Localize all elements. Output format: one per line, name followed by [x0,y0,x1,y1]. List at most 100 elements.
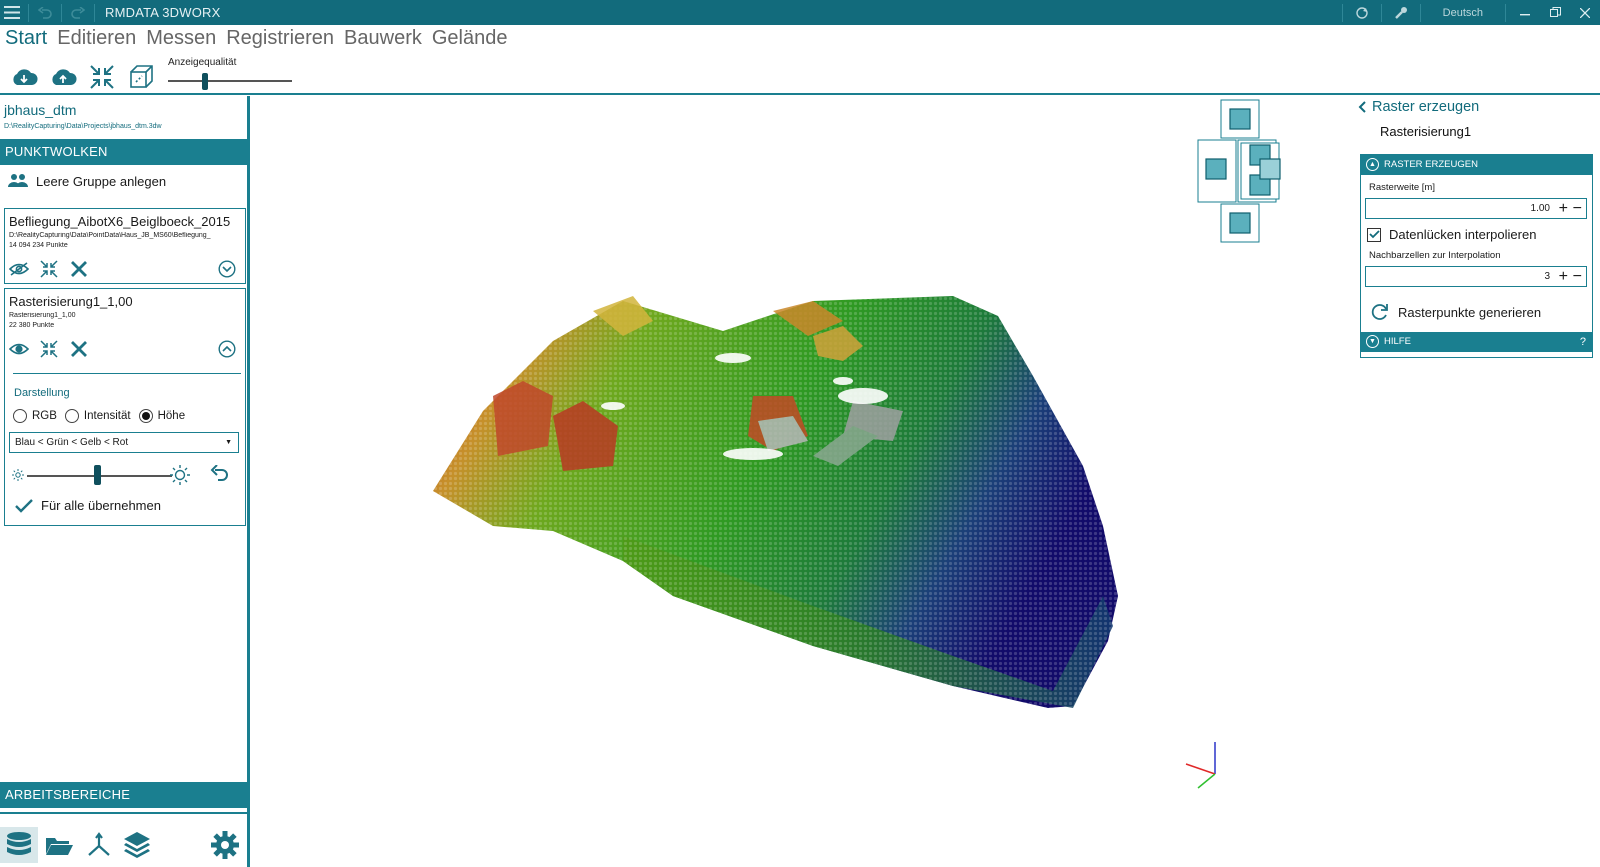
divider [0,812,247,814]
radio-label: RGB [32,410,57,422]
apply-to-all-button[interactable]: Für alle übernehmen [15,498,161,513]
sync-icon[interactable] [1347,1,1377,25]
radio-rgb[interactable]: RGB [13,409,57,423]
layers-icon[interactable] [118,827,156,863]
section-header-punktwolken[interactable]: PUNKTWOLKEN [0,139,247,165]
brightness-high-icon [170,465,190,485]
radio-label: Intensität [83,410,131,422]
card-count: 22 380 Punkte [9,322,55,329]
ribbon-toolbar: Anzeigequalität [0,57,1600,95]
card-count: 14 094 234 Punkte [9,242,68,249]
divider [13,373,241,374]
database-icon[interactable] [0,827,38,863]
language-selector[interactable]: Deutsch [1425,7,1501,19]
eye-off-icon[interactable] [7,257,31,281]
cloud-download-icon[interactable] [8,62,40,92]
tab-registrieren[interactable]: Registrieren [226,27,334,57]
interpolate-checkbox-row[interactable]: Datenlücken interpolieren [1367,227,1536,242]
tab-start[interactable]: Start [5,27,47,57]
collapse-arrows-icon[interactable] [37,337,61,361]
bounding-box-cube-icon[interactable] [125,62,157,92]
wrench-icon[interactable] [1386,1,1416,25]
section-header-label: HILFE [1384,336,1411,347]
quality-slider-thumb[interactable] [202,73,208,90]
settings-gear-icon[interactable] [206,827,244,863]
neighbor-cells-input[interactable]: 3 + − [1365,266,1587,287]
increment-plus-icon[interactable]: + [1559,199,1568,218]
raster-dialog: ▲ RASTER ERZEUGEN Rasterweite [m] 1.00 +… [1360,154,1593,358]
help-question-icon[interactable]: ? [1580,332,1586,352]
grid-width-value[interactable]: 1.00 [1531,203,1550,214]
expand-chevron-down-icon[interactable] [215,257,239,281]
color-scheme-value: Blau < Grün < Gelb < Rot [15,437,129,448]
section-header-label: RASTER ERZEUGEN [1384,159,1478,170]
hamburger-menu-icon[interactable] [0,1,24,25]
collapse-arrows-icon[interactable] [37,257,61,281]
quality-label: Anzeigequalität [168,57,237,68]
workspace-bar [0,812,247,867]
tab-messen[interactable]: Messen [146,27,216,57]
separator [28,3,29,22]
create-empty-group-label: Leere Gruppe anlegen [36,173,167,189]
radio-label: Höhe [157,410,186,422]
project-name: jbhaus_dtm [4,102,77,118]
reset-undo-icon[interactable] [210,465,230,483]
axis-gizmo [1185,742,1216,789]
quality-slider-track[interactable] [168,80,292,82]
undo-icon[interactable] [33,1,57,25]
view-cube-navigator[interactable] [1197,99,1283,247]
delete-x-icon[interactable] [67,257,91,281]
cloud-upload-icon[interactable] [47,62,79,92]
display-mode-radio-group: RGB Intensität Höhe [13,409,193,423]
collapse-arrows-icon[interactable] [86,62,118,92]
section-header-hilfe[interactable]: ▼ HILFE ? [1361,332,1592,352]
radio-button[interactable] [64,409,79,423]
tab-bauwerk[interactable]: Bauwerk [344,27,422,57]
collapse-chevron-up-icon: ▲ [1366,158,1379,171]
grid-width-input[interactable]: 1.00 + − [1365,198,1587,219]
neighbor-cells-value[interactable]: 3 [1544,271,1550,282]
section-header-arbeitsbereiche[interactable]: ARBEITSBEREICHE [0,782,247,808]
tab-gelaende[interactable]: Gelände [432,27,508,57]
interpolate-checkbox[interactable] [1367,227,1381,242]
left-panel: jbhaus_dtm D:\RealityCapturing\Data\Proj… [0,96,250,867]
coordinate-axes-icon[interactable] [80,827,118,863]
decrement-minus-icon[interactable]: − [1573,267,1582,286]
create-empty-group-button[interactable]: Leere Gruppe anlegen [8,172,166,190]
radio-hoehe[interactable]: Höhe [138,409,186,423]
close-icon[interactable] [1570,1,1600,25]
pointcloud-card-rasterisierung[interactable]: Rasterisierung1_1,00 Rasterisierung1_1,0… [4,288,246,526]
color-scheme-dropdown[interactable]: Blau < Grün < Gelb < Rot ▼ [9,432,239,453]
checkmark-icon [15,498,33,513]
redo-icon[interactable] [66,1,90,25]
increment-plus-icon[interactable]: + [1559,267,1568,286]
minimize-icon[interactable] [1510,1,1540,25]
expand-chevron-down-icon: ▼ [1366,335,1379,348]
delete-x-icon[interactable] [67,337,91,361]
eye-icon[interactable] [7,337,31,361]
card-path: Rasterisierung1_1,00 [9,312,76,319]
brightness-slider-thumb[interactable] [94,465,101,485]
restore-icon[interactable] [1540,1,1570,25]
folder-open-icon[interactable] [40,827,78,863]
generate-label: Rasterpunkte generieren [1398,304,1542,320]
title-bar: RMDATA 3DWORX Deutsch [0,0,1600,25]
radio-button[interactable] [138,409,153,423]
card-title: Befliegung_AibotX6_Beiglboeck_2015 [9,214,231,229]
separator [1341,3,1343,22]
pointcloud-card-befliegung[interactable]: Befliegung_AibotX6_Beiglboeck_2015 D:\Re… [4,208,246,284]
tab-editieren[interactable]: Editieren [57,27,136,57]
collapse-chevron-up-icon[interactable] [215,337,239,361]
generate-raster-points-button[interactable]: Rasterpunkte generieren [1371,303,1541,321]
radio-intensitaet[interactable]: Intensität [64,409,131,423]
interpolate-label: Datenlücken interpolieren [1389,227,1537,242]
neighbor-cells-label: Nachbarzellen zur Interpolation [1369,250,1501,261]
grid-width-label: Rasterweite [m] [1369,182,1435,193]
section-header-raster-erzeugen[interactable]: ▲ RASTER ERZEUGEN [1361,155,1592,175]
decrement-minus-icon[interactable]: − [1573,199,1582,218]
separator [61,3,62,22]
radio-button[interactable] [13,409,27,423]
back-raster-erzeugen[interactable]: Raster erzeugen [1358,99,1479,115]
back-title: Raster erzeugen [1372,99,1480,115]
card-title: Rasterisierung1_1,00 [9,294,133,309]
